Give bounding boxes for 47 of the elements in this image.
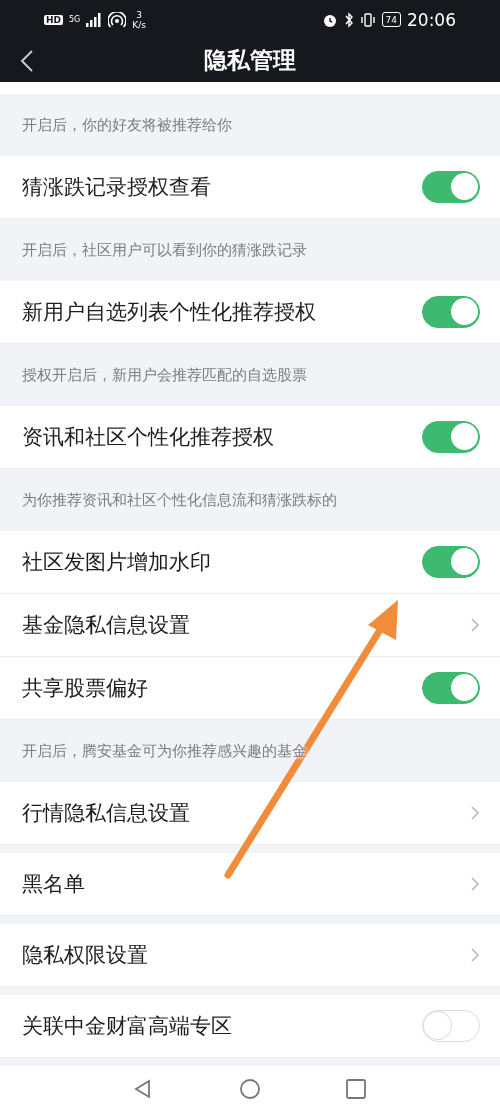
hd-badge: HD: [44, 14, 63, 25]
hotspot-icon: [108, 11, 127, 28]
toggle-switch[interactable]: [422, 546, 480, 578]
hint-text: 授权开启后，新用户会推荐匹配的自选股票: [21, 364, 308, 386]
settings-row[interactable]: 新用户自选列表个性化推荐授权: [0, 281, 500, 344]
back-icon: [20, 48, 34, 73]
signal-icon: [86, 12, 103, 27]
settings-row[interactable]: 关联中金财富高端专区: [0, 995, 500, 1058]
home-nav-icon[interactable]: [239, 1077, 261, 1100]
hint-text: 开启后，你的好友将被推荐给你: [21, 114, 233, 136]
settings-row[interactable]: 黑名单: [0, 853, 500, 916]
toggle-switch[interactable]: [422, 171, 480, 203]
data-rate-unit: K/s: [132, 19, 146, 30]
settings-row[interactable]: 基金隐私信息设置: [0, 594, 500, 657]
settings-row[interactable]: 资讯和社区个性化推荐授权: [0, 406, 500, 469]
toggle-switch[interactable]: [422, 672, 480, 704]
settings-row[interactable]: 行情隐私信息设置: [0, 782, 500, 845]
toggle-switch[interactable]: [422, 296, 480, 328]
chevron-right-icon: [470, 876, 480, 892]
settings-row[interactable]: 隐私权限设置: [0, 924, 500, 987]
hint-text: 开启后，社区用户可以看到你的猜涨跌记录: [21, 239, 308, 261]
settings-row[interactable]: 共享股票偏好: [0, 657, 500, 720]
clock-time: 20:06: [407, 9, 456, 30]
chevron-right-icon: [470, 617, 480, 633]
recent-apps-icon[interactable]: [345, 1077, 367, 1100]
setting-label: 隐私权限设置: [22, 942, 148, 969]
settings-row[interactable]: 社区发图片增加水印: [0, 531, 500, 594]
setting-label: 行情隐私信息设置: [22, 800, 190, 827]
setting-label: 共享股票偏好: [22, 675, 148, 702]
setting-label: 猜涨跌记录授权查看: [22, 174, 211, 201]
page-title: 隐私管理: [203, 46, 297, 76]
network-label: 5G: [69, 15, 81, 25]
setting-label: 资讯和社区个性化推荐授权: [22, 424, 274, 451]
hint-text: 为你推荐资讯和社区个性化信息流和猜涨跌标的: [21, 489, 338, 511]
chevron-right-icon: [470, 947, 480, 963]
setting-label: 新用户自选列表个性化推荐授权: [22, 299, 316, 326]
setting-label: 社区发图片增加水印: [22, 549, 211, 576]
bluetooth-icon: [343, 11, 354, 28]
settings-row[interactable]: 猜涨跌记录授权查看: [0, 156, 500, 219]
toggle-switch[interactable]: [422, 421, 480, 453]
setting-label: 关联中金财富高端专区: [22, 1013, 232, 1040]
setting-label: 黑名单: [22, 871, 85, 898]
vibrate-icon: [359, 11, 376, 28]
setting-label: 基金隐私信息设置: [22, 612, 190, 639]
chevron-right-icon: [470, 805, 480, 821]
battery-level: 74: [385, 14, 397, 25]
data-rate: 3: [136, 9, 142, 20]
